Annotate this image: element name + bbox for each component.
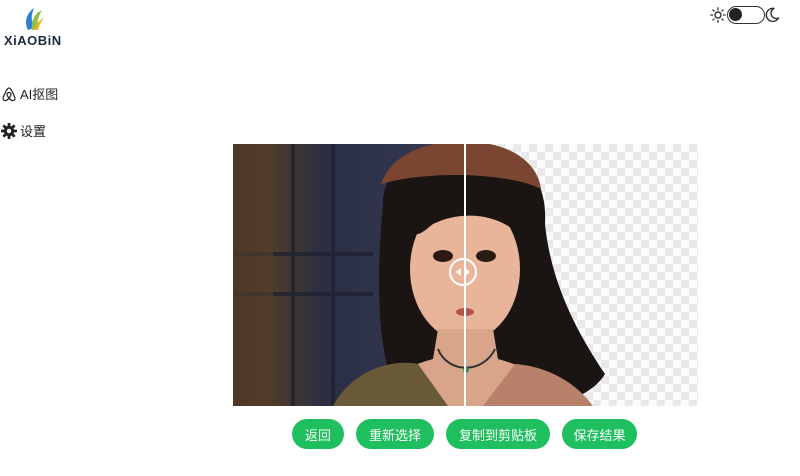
save-result-button[interactable]: 保存结果: [562, 419, 637, 449]
logo-text: XiAOBiN: [4, 33, 62, 48]
app-logo: XiAOBiN: [4, 6, 64, 48]
reselect-button[interactable]: 重新选择: [356, 419, 434, 449]
back-button[interactable]: 返回: [292, 419, 344, 449]
sun-icon: [710, 7, 726, 23]
sidebar-item-ai-cutout[interactable]: AI抠图: [0, 84, 58, 103]
arrow-left-icon: [456, 268, 461, 276]
theme-toggle[interactable]: [708, 4, 780, 26]
theme-switch[interactable]: [727, 6, 765, 24]
sidebar-item-label: 设置: [20, 124, 47, 139]
image-compare-viewer[interactable]: [233, 144, 698, 406]
sidebar-item-settings[interactable]: 设置: [0, 121, 46, 140]
sidebar-item-label: AI抠图: [20, 87, 59, 102]
arrow-right-icon: [465, 268, 470, 276]
copy-to-clipboard-button[interactable]: 复制到剪贴板: [446, 419, 550, 449]
theme-switch-knob: [729, 8, 742, 21]
compare-slider-handle[interactable]: [449, 258, 477, 286]
moon-icon: [765, 7, 780, 23]
gear-icon: [1, 122, 17, 139]
airbnb-icon: [2, 86, 16, 101]
logo-leaf-icon: [26, 8, 44, 30]
